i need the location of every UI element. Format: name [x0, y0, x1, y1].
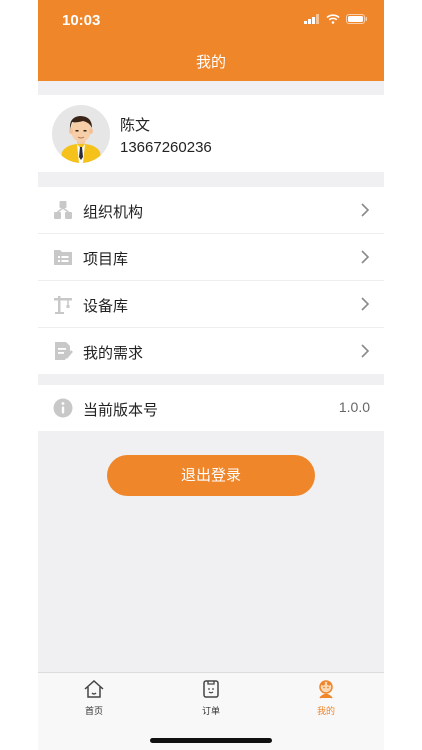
avatar — [52, 105, 110, 163]
menu-list: 组织机构 项目库 设备库 我的需求 — [38, 187, 384, 374]
version-row: 当前版本号 1.0.0 — [38, 385, 384, 431]
user-phone: 13667260236 — [120, 139, 212, 156]
tab-home[interactable]: 首页 — [54, 679, 134, 717]
profile-card[interactable]: 陈文 13667260236 — [38, 95, 384, 172]
chevron-right-icon — [361, 203, 370, 217]
tab-label: 订单 — [201, 707, 220, 717]
app-screen: 10:03 我的 陈文 13667260236 组织机构 项目库 设备库 我的需… — [38, 0, 384, 750]
tab-label: 首页 — [84, 707, 103, 717]
chevron-right-icon — [361, 344, 370, 358]
document-edit-icon — [55, 342, 73, 360]
signal-icon — [304, 14, 319, 24]
logout-button[interactable]: 退出登录 — [107, 455, 315, 496]
wifi-icon — [326, 14, 340, 24]
status-icons — [304, 14, 368, 24]
home-icon — [84, 679, 104, 698]
profile-icon — [319, 680, 333, 699]
home-indicator — [150, 738, 272, 743]
menu-item-label: 项目库 — [83, 250, 129, 268]
tab-profile[interactable]: 我的 — [286, 679, 366, 717]
user-name: 陈文 — [120, 116, 151, 134]
order-icon — [203, 680, 219, 698]
crane-icon — [54, 296, 72, 314]
info-icon — [53, 398, 73, 418]
page-title: 我的 — [195, 53, 226, 71]
battery-icon — [346, 14, 367, 24]
menu-item-equipment[interactable]: 设备库 — [38, 281, 384, 328]
menu-item-label: 我的需求 — [83, 344, 144, 362]
tab-label: 我的 — [316, 707, 335, 717]
chevron-right-icon — [361, 250, 370, 264]
tab-orders[interactable]: 订单 — [171, 679, 251, 717]
menu-item-organization[interactable]: 组织机构 — [38, 187, 384, 234]
menu-item-label: 组织机构 — [83, 203, 144, 221]
status-time: 10:03 — [62, 12, 101, 29]
version-value: 1.0.0 — [338, 399, 370, 415]
version-label: 当前版本号 — [83, 401, 159, 419]
header: 10:03 我的 — [38, 0, 384, 81]
organization-icon — [54, 201, 72, 219]
menu-item-projects[interactable]: 项目库 — [38, 234, 384, 281]
folder-list-icon — [54, 250, 72, 265]
menu-item-label: 设备库 — [83, 297, 129, 315]
menu-item-my-requirements[interactable]: 我的需求 — [38, 328, 384, 374]
chevron-right-icon — [361, 297, 370, 311]
